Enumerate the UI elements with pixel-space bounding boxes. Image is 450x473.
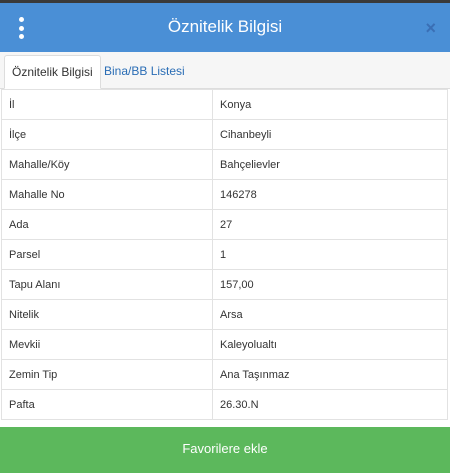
attribute-value: Konya: [212, 89, 448, 120]
attribute-key: Nitelik: [1, 299, 213, 330]
attribute-key: Pafta: [1, 389, 213, 420]
attribute-value: Arsa: [212, 299, 448, 330]
attribute-key: Tapu Alanı: [1, 269, 213, 300]
attribute-key: İl: [1, 89, 213, 120]
attribute-value: 27: [212, 209, 448, 240]
tab-building-list[interactable]: Bina/BB Listesi: [97, 55, 192, 89]
table-row: Mahalle No 146278: [1, 179, 448, 210]
attribute-value: Bahçelievler: [212, 149, 448, 180]
attribute-value: Kaleyolualtı: [212, 329, 448, 360]
table-row: İl Konya: [1, 89, 448, 120]
table-row: Mevkii Kaleyolualtı: [1, 329, 448, 360]
table-row: Tapu Alanı 157,00: [1, 269, 448, 300]
close-icon[interactable]: ×: [425, 19, 436, 37]
add-to-favorites-button[interactable]: Favorilere ekle: [0, 427, 450, 473]
table-row: Zemin Tip Ana Taşınmaz: [1, 359, 448, 390]
attribute-key: Parsel: [1, 239, 213, 270]
attribute-value: Ana Taşınmaz: [212, 359, 448, 390]
dialog-title: Öznitelik Bilgisi: [167, 17, 283, 36]
table-row: Mahalle/Köy Bahçelievler: [1, 149, 448, 180]
table-row: Pafta 26.30.N: [1, 389, 448, 420]
table-row: Ada 27: [1, 209, 448, 240]
dialog-header: Öznitelik Bilgisi ×: [0, 0, 450, 52]
tab-bar: Öznitelik Bilgisi Bina/BB Listesi: [0, 52, 450, 89]
attribute-key: İlçe: [1, 119, 213, 150]
table-row: Parsel 1: [1, 239, 448, 270]
table-row: İlçe Cihanbeyli: [1, 119, 448, 150]
attribute-value: Cihanbeyli: [212, 119, 448, 150]
attribute-key: Mahalle/Köy: [1, 149, 213, 180]
table-row: Nitelik Arsa: [1, 299, 448, 330]
attribute-value: 1: [212, 239, 448, 270]
attribute-table: İl Konya İlçe Cihanbeyli Mahalle/Köy Bah…: [1, 89, 448, 420]
tab-attribute-info[interactable]: Öznitelik Bilgisi: [4, 55, 101, 89]
attribute-key: Mevkii: [1, 329, 213, 360]
attribute-key: Ada: [1, 209, 213, 240]
attribute-table-container[interactable]: İl Konya İlçe Cihanbeyli Mahalle/Köy Bah…: [0, 89, 450, 427]
attribute-value: 146278: [212, 179, 448, 210]
attribute-key: Mahalle No: [1, 179, 213, 210]
attribute-key: Zemin Tip: [1, 359, 213, 390]
attribute-value: 26.30.N: [212, 389, 448, 420]
attribute-value: 157,00: [212, 269, 448, 300]
